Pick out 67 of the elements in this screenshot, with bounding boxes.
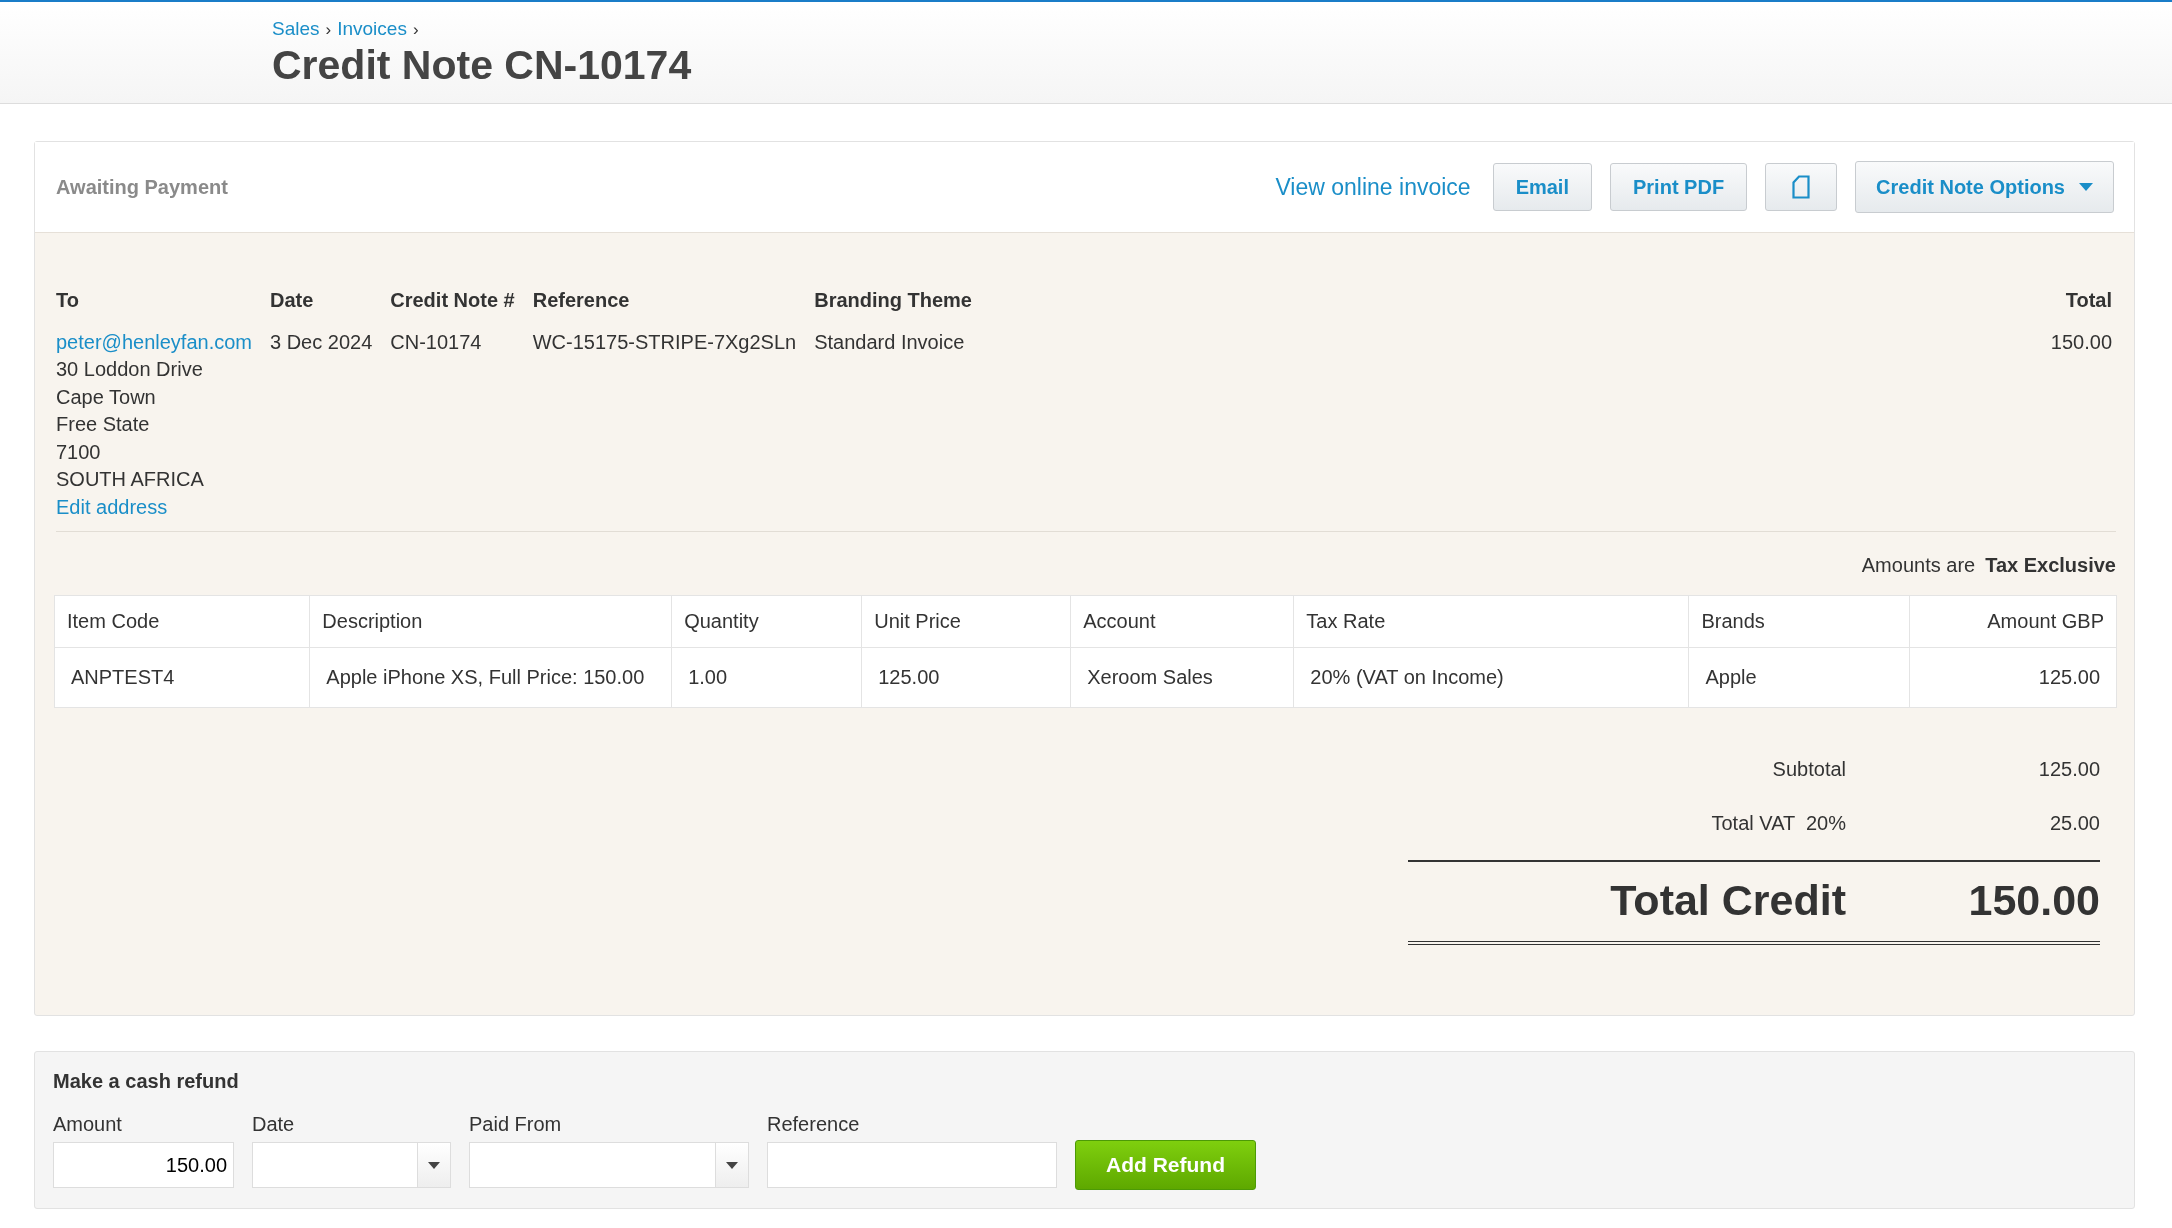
detail-value: CN-10174: [390, 329, 483, 355]
input-field[interactable]: [767, 1142, 1057, 1188]
column-header: Account: [1070, 595, 1294, 648]
amounts-label: Amounts are: [1861, 554, 1976, 577]
address-line: SOUTH AFRICA: [56, 467, 205, 492]
detail-heading: Total: [2065, 288, 2112, 313]
table-cell: 125.00: [1909, 647, 2117, 708]
input-field[interactable]: 150.00: [53, 1142, 234, 1188]
column-header: Description: [309, 595, 672, 648]
table-cell: 1.00: [671, 647, 862, 708]
field-label: Paid From: [469, 1113, 563, 1136]
table-cell: Apple: [1688, 647, 1910, 708]
column-header: Quantity: [671, 595, 862, 648]
caret-icon: [726, 1161, 738, 1169]
table-cell: Xeroom Sales: [1070, 647, 1294, 708]
action-button[interactable]: Email: [1492, 163, 1592, 211]
detail-value: Standard Invoice: [814, 329, 966, 355]
options-button[interactable]: Credit Note Options: [1855, 161, 2114, 213]
edit-address-link[interactable]: Edit address: [56, 493, 252, 521]
total-label: Total VAT 20%: [1710, 811, 1846, 835]
detail-heading: Branding Theme: [814, 288, 972, 313]
address-line: 30 Loddon Drive: [56, 357, 204, 382]
dropdown-field[interactable]: [252, 1142, 451, 1188]
column-header: Unit Price: [861, 595, 1071, 648]
grand-total-label: Total Credit: [1609, 876, 1846, 925]
column-header: Item Code: [54, 595, 310, 648]
breadcrumb-link[interactable]: Sales: [272, 18, 320, 40]
add-refund-button[interactable]: Add Refund: [1075, 1140, 1256, 1190]
breadcrumb-separator: ›: [325, 20, 332, 40]
column-header: Tax Rate: [1293, 595, 1689, 648]
dropdown-field[interactable]: [469, 1142, 749, 1188]
detail-value: WC-15175-STRIPE-7Xg2SLn: [532, 329, 797, 355]
field-label: Date: [252, 1113, 296, 1136]
address-line: Cape Town: [56, 384, 157, 410]
caret-icon: [2079, 183, 2093, 191]
field-label: Amount: [53, 1113, 123, 1136]
total-value: 25.00: [2049, 811, 2100, 835]
breadcrumb-separator: ›: [412, 20, 419, 40]
table-cell: 125.00: [861, 647, 1071, 708]
column-header: Brands: [1688, 595, 1910, 648]
email-link[interactable]: peter@henleyfan.com: [56, 328, 252, 356]
total-label: Subtotal: [1771, 757, 1846, 781]
grand-total-value: 150.00: [1968, 876, 2100, 925]
page-title: Credit Note CN-10174: [272, 42, 693, 89]
address-line: 7100: [56, 439, 102, 465]
detail-heading: Date: [269, 288, 315, 313]
table-cell: 20% (VAT on Income): [1293, 647, 1689, 708]
detail-heading: To: [56, 288, 80, 313]
detail-heading: Credit Note #: [390, 288, 515, 313]
action-button[interactable]: Print PDF: [1610, 163, 1748, 211]
status-label: Awaiting Payment: [56, 175, 228, 199]
document-icon: [1792, 175, 1811, 199]
view-online-link[interactable]: View online invoice: [1275, 173, 1471, 201]
field-label: Reference: [767, 1113, 861, 1136]
table-cell: ANPTEST4: [54, 647, 310, 708]
tax-mode-value: Tax Exclusive: [1985, 554, 2116, 577]
copy-button[interactable]: [1765, 163, 1838, 211]
detail-heading: Reference: [532, 288, 631, 313]
detail-value: 150.00: [2050, 329, 2112, 355]
table-cell: Apple iPhone XS, Full Price: 150.00: [309, 647, 672, 708]
detail-value: 3 Dec 2024: [269, 329, 373, 355]
column-header: Amount GBP: [1909, 595, 2117, 648]
refund-title: Make a cash refund: [53, 1070, 240, 1093]
total-value: 125.00: [2038, 757, 2100, 781]
address-line: Free State: [56, 412, 151, 437]
breadcrumb-link[interactable]: Invoices: [337, 18, 407, 40]
caret-icon: [428, 1161, 440, 1169]
